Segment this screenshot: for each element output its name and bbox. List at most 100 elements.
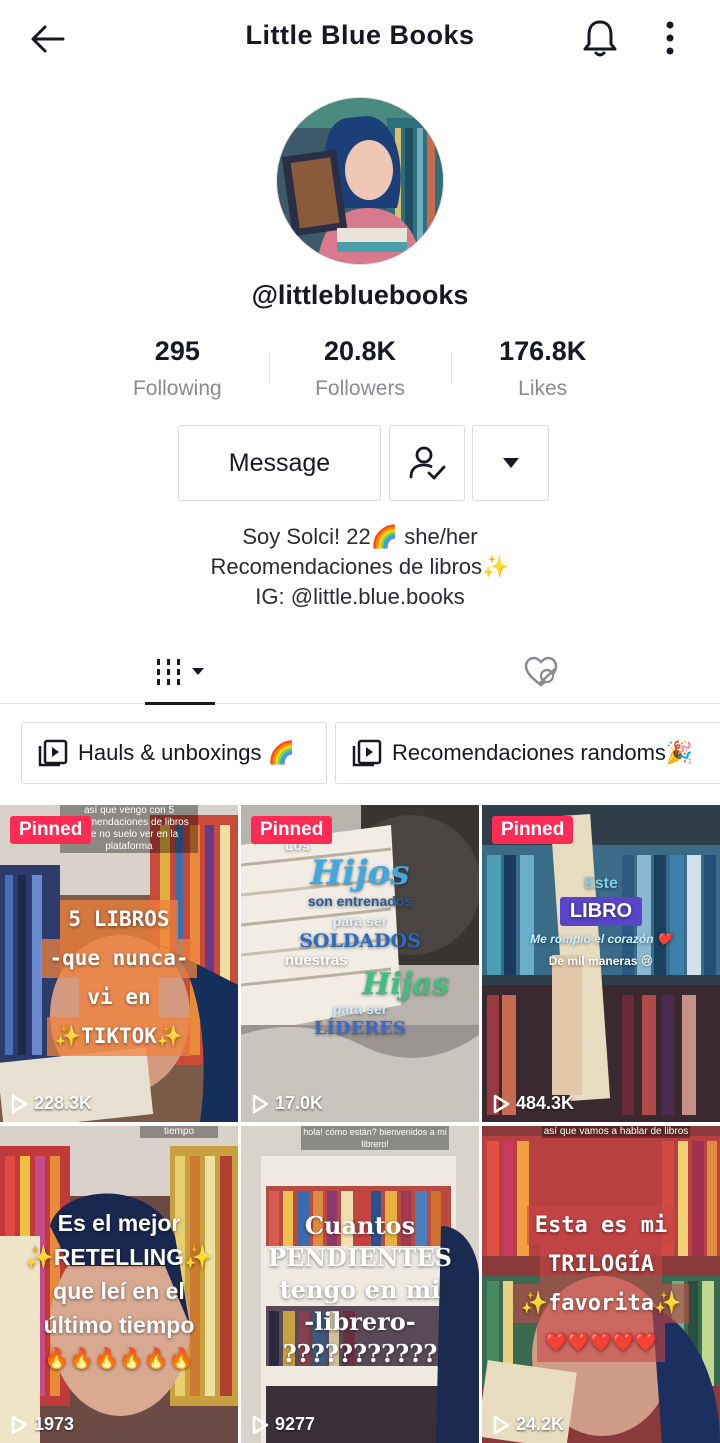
caption-line: Es el mejor	[57, 1210, 181, 1236]
video-caption: Cuantos PENDIENTES tengo en mi -librero-…	[241, 1210, 479, 1370]
stat-value: 176.8K	[499, 336, 587, 366]
stat-label: Following	[132, 377, 222, 400]
caption-line: LIBRO	[559, 897, 643, 926]
caption-line: Cuantos	[304, 1211, 416, 1240]
profile-bio: Soy Solci! 22🌈 she/her Recomendaciones d…	[0, 522, 720, 612]
caption-line: SOLDADOS	[299, 930, 421, 952]
pinned-badge: Pinned	[492, 816, 574, 844]
stat-followers[interactable]: 20.8K Followers	[268, 336, 452, 406]
stat-likes[interactable]: 176.8K Likes	[451, 336, 634, 406]
caption-line: Este	[584, 875, 618, 892]
profile-handle: @littlebluebooks	[251, 280, 469, 310]
content-tabs	[0, 640, 720, 705]
suggested-accounts-button[interactable]	[472, 425, 549, 501]
video-thumbnail[interactable]: así que vamos a hablar de libros Esta es…	[482, 1126, 720, 1443]
view-count-value: 9277	[275, 1414, 316, 1434]
video-thumbnail[interactable]: así que vengo con 5 recomendaciones de l…	[0, 805, 238, 1122]
play-icon	[493, 1415, 510, 1434]
caption-line: -librero-	[304, 1307, 416, 1336]
caption-line: último tiempo	[43, 1312, 195, 1338]
view-count: 228.3K	[10, 1093, 92, 1114]
caption-line: De mil maneras 😢	[548, 954, 654, 968]
stat-following[interactable]: 295 Following	[86, 336, 269, 406]
caption-line: ???????????	[282, 1339, 438, 1368]
caret-down-icon	[502, 458, 519, 468]
playlist-label: Recomendaciones randoms🎉	[392, 740, 694, 765]
stat-value: 20.8K	[323, 336, 397, 366]
pinned-badge: Pinned	[10, 816, 92, 844]
video-thumbnail[interactable]: hola! cómo están? bienvenidos a mi libre…	[241, 1126, 479, 1443]
caption-line: PENDIENTES	[267, 1243, 453, 1272]
playlist-icon	[352, 739, 382, 767]
view-count: 9277	[251, 1414, 315, 1435]
stat-value: 295	[154, 336, 200, 366]
play-icon	[493, 1094, 510, 1113]
video-top-text: tiempo	[140, 1126, 218, 1138]
play-icon	[252, 1415, 269, 1434]
view-count: 24.2K	[492, 1414, 564, 1435]
play-icon	[11, 1094, 28, 1113]
video-caption: Los Hijos son entrenados para ser SOLDAD…	[241, 835, 479, 1039]
caption-line: para ser	[332, 913, 388, 929]
video-thumbnail[interactable]: Este LIBRO Me rompió el corazón ❤️ De mi…	[482, 805, 720, 1122]
view-count-value: 1973	[34, 1414, 75, 1434]
video-top-text: así que vamos a hablar de libros	[542, 1126, 690, 1138]
caption-line: TRILOGÍA	[540, 1245, 662, 1284]
caption-line: ✨TIKTOK✨	[46, 1017, 192, 1056]
caption-line: son entrenados	[307, 893, 413, 909]
caption-line: para ser	[332, 1001, 388, 1017]
caption-line: ✨favorita✨	[512, 1284, 690, 1323]
grid-icon	[157, 659, 204, 685]
caption-line: vi en	[79, 978, 159, 1017]
bio-line: Soy Solci! 22🌈 she/her	[242, 524, 478, 549]
view-count-value: 228.3K	[34, 1093, 93, 1113]
caption-line: Hijos	[310, 853, 410, 893]
playlist-icon	[38, 739, 68, 767]
view-count: 17.0K	[251, 1093, 323, 1114]
bio-line[interactable]: IG: @little.blue.books	[0, 582, 720, 612]
stat-label: Likes	[518, 377, 568, 400]
caption-line: LÍDERES	[313, 1018, 407, 1039]
video-grid: así que vengo con 5 recomendaciones de l…	[0, 805, 720, 1443]
caption-line: -que nunca-	[41, 939, 197, 978]
tab-liked[interactable]	[506, 640, 576, 704]
caption-line: Hijas	[362, 967, 449, 1002]
caption-line: tengo en mi	[279, 1275, 441, 1304]
view-count-value: 24.2K	[516, 1414, 565, 1434]
caption-line: 🔥🔥🔥🔥🔥🔥	[44, 1348, 194, 1370]
caption-line: Me rompió el corazón ❤️	[530, 932, 672, 946]
view-count-value: 17.0K	[275, 1093, 324, 1113]
person-check-icon	[409, 446, 446, 480]
caption-line: Esta es mi	[526, 1206, 676, 1245]
following-button[interactable]	[389, 425, 465, 501]
profile-stats: 295 Following 20.8K Followers 176.8K Lik…	[86, 336, 634, 406]
stat-label: Followers	[315, 377, 405, 400]
message-button[interactable]: Message	[178, 425, 381, 501]
play-icon	[252, 1094, 269, 1113]
caption-line: que leí en el	[53, 1278, 185, 1304]
play-icon	[11, 1415, 28, 1434]
view-count: 1973	[10, 1414, 74, 1435]
bio-line: Recomendaciones de libros✨	[210, 554, 510, 579]
video-caption: 5 LIBROS -que nunca- vi en ✨TIKTOK✨	[0, 900, 238, 1056]
video-thumbnail[interactable]: Los Hijos son entrenados para ser SOLDAD…	[241, 805, 479, 1122]
bell-icon[interactable]	[578, 16, 622, 60]
tab-videos[interactable]	[145, 640, 215, 705]
more-options-icon[interactable]	[650, 16, 690, 60]
hidden-heart-icon	[524, 656, 558, 687]
pinned-badge: Pinned	[251, 816, 333, 844]
video-thumbnail[interactable]: tiempo Es el mejor ✨RETELLING✨ que leí e…	[0, 1126, 238, 1443]
top-bar: Little Blue Books	[0, 0, 720, 78]
video-caption: Esta es mi TRILOGÍA ✨favorita✨ ❤️❤️❤️❤️❤…	[482, 1206, 720, 1362]
video-caption: Este LIBRO Me rompió el corazón ❤️ De mi…	[482, 875, 720, 968]
caption-line: ✨RETELLING✨	[25, 1244, 213, 1270]
playlist-label: Hauls & unboxings 🌈	[78, 740, 295, 765]
caption-line: 5 LIBROS	[60, 900, 178, 939]
video-top-text: hola! cómo están? bienvenidos a mi libre…	[301, 1126, 449, 1150]
avatar[interactable]	[276, 97, 444, 265]
playlist-row: Hauls & unboxings 🌈 Recomendaciones rand…	[21, 722, 720, 786]
video-caption: Es el mejor ✨RETELLING✨ que leí en el úl…	[0, 1206, 238, 1376]
caption-line: ❤️❤️❤️❤️❤️	[536, 1323, 666, 1362]
playlist-chip[interactable]: Recomendaciones randoms🎉	[335, 722, 720, 784]
playlist-chip[interactable]: Hauls & unboxings 🌈	[21, 722, 327, 784]
